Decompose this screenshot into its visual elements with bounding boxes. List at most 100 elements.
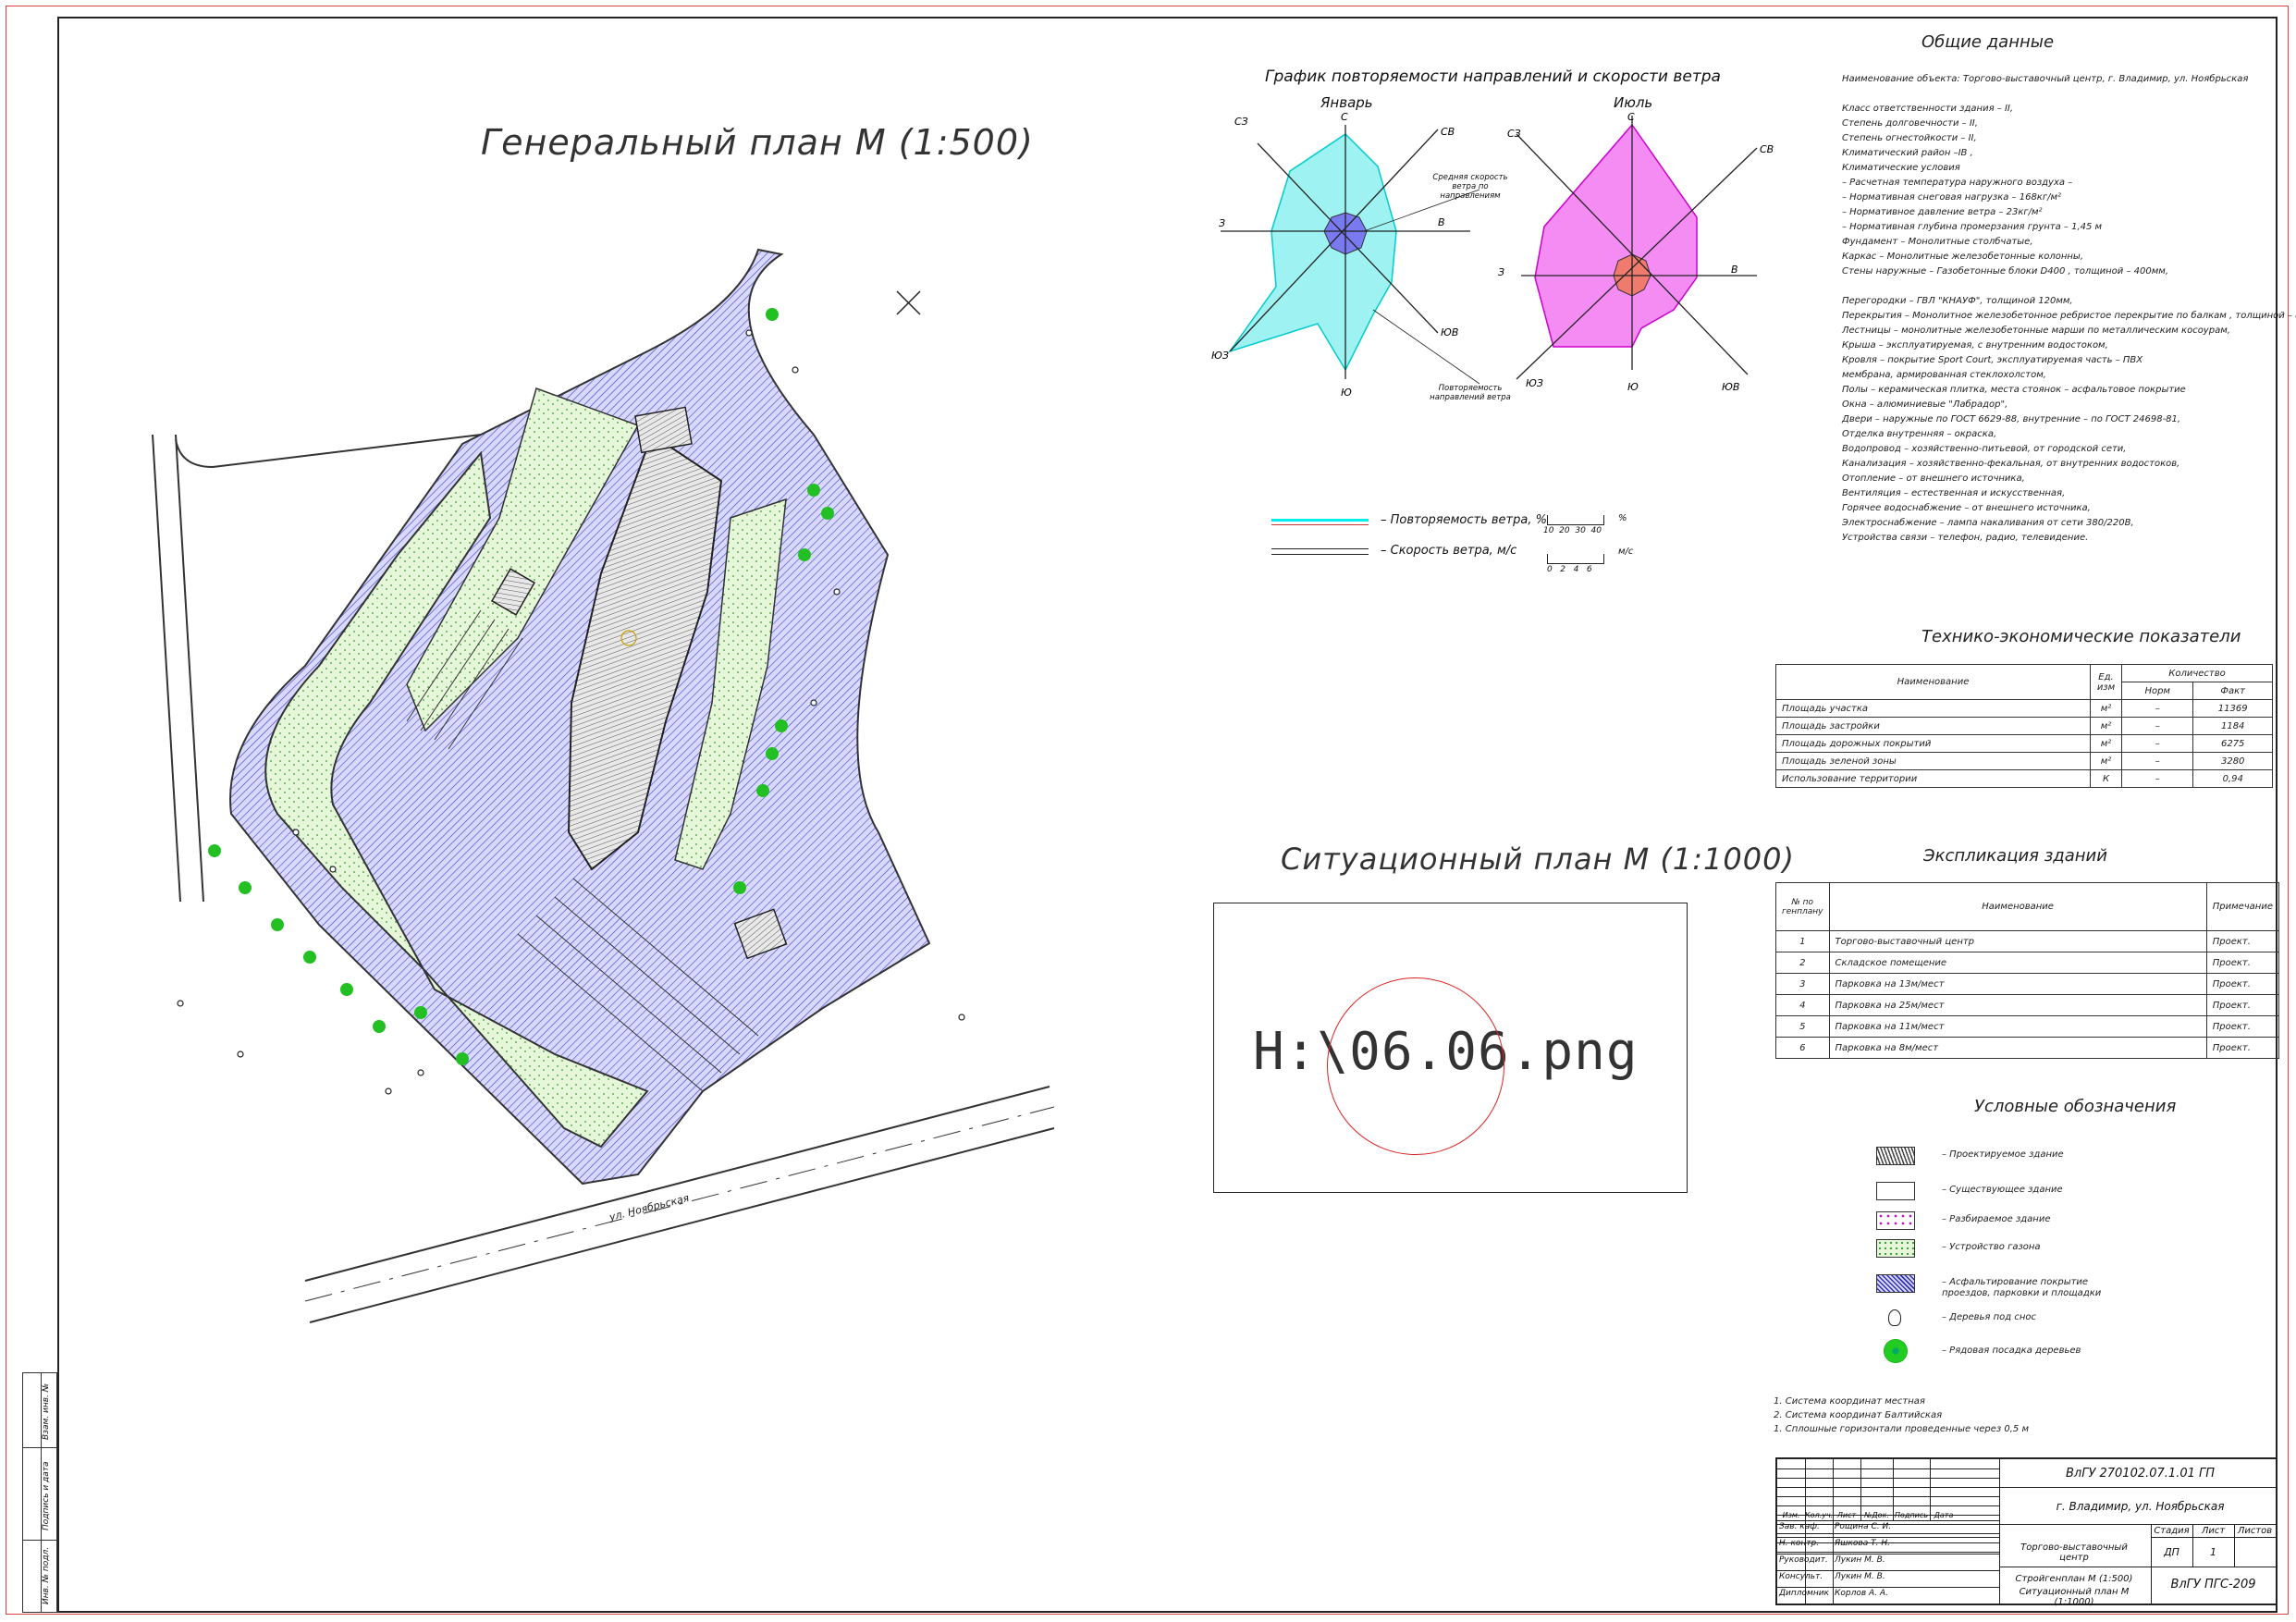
general-data-line: Каркас – Монолитные железобетонные колон… [1842, 252, 2084, 262]
stamp-role: Руководит. [1779, 1555, 1828, 1565]
legend-title: Условные обозначения [1974, 1097, 2177, 1116]
tep-header-fact: Факт [2192, 682, 2273, 700]
explication-title: Экспликация зданий [1923, 846, 2107, 866]
jan-dir-e: В [1438, 216, 1445, 228]
expl-cell-num: 1 [1775, 930, 1830, 952]
jul-dir-n: С [1627, 111, 1635, 123]
legend-label: – Устройство газона [1942, 1242, 2041, 1252]
expl-cell-name: Парковка на 25м/мест [1828, 994, 2207, 1016]
tep-header-unit: Ед. изм [2090, 664, 2122, 700]
legend-item: – Рядовая посадка деревьев [1872, 1339, 2279, 1370]
tep-row: Использование территории К –0,94 [1775, 769, 2273, 788]
general-plan-title: Генеральный план М (1:500) [481, 122, 1034, 163]
stamp-hdr-sheet: Лист [2201, 1526, 2226, 1536]
situation-plan-frame: H:\06.06.png [1213, 903, 1688, 1193]
dotted-pink-box-icon [1876, 1211, 1915, 1230]
legend-item: – Разбираемое здание [1872, 1211, 2279, 1239]
general-data-title: Общие данные [1922, 32, 2055, 52]
general-data-line: Степень долговечности – II, [1842, 118, 1978, 129]
stamp-sheet-name-2: Ситуационный план М (1:1000) [2019, 1587, 2130, 1607]
tep-cell-name: Использование территории [1775, 769, 2091, 788]
expl-cell-name: Складское помещение [1828, 952, 2207, 974]
expl-header-note: Примечание [2205, 882, 2280, 931]
stamp-role: Н. контр. [1779, 1539, 1820, 1548]
scale-ms [1547, 554, 1604, 564]
wind-rose-july: С СВ В ЮВ Ю ЮЗ З СЗ [1498, 111, 1774, 393]
expl-cell-num: 6 [1775, 1037, 1830, 1059]
jan-dir-nw: СЗ [1234, 116, 1248, 128]
asphalt-box-icon [1876, 1274, 1915, 1293]
general-data-line: Наименование объекта: Торгово-выставочны… [1842, 74, 2249, 84]
tep-cell-norm: – [2120, 769, 2194, 788]
tep-cell-norm: – [2120, 717, 2194, 735]
tep-cell-unit: м² [2090, 699, 2122, 718]
general-data-line: Климатический район –IВ , [1842, 148, 1973, 158]
tep-cell-norm: – [2120, 699, 2194, 718]
stamp-role: Консульт. [1779, 1572, 1823, 1581]
situation-plan-title: Ситуационный план М (1:1000) [1281, 842, 1795, 877]
stamp-col-header: Подпись [1895, 1511, 1928, 1519]
stamp-role: Зав. каф. [1779, 1522, 1820, 1531]
general-data-line: Перегородки – ГВЛ "КНАУФ", толщиной 120м… [1842, 296, 2073, 306]
jul-dir-nw: СЗ [1507, 128, 1521, 140]
side-stamp-inv: Инв. № подл. [42, 1546, 51, 1604]
stamp-person-name: Рощина С. И. [1835, 1522, 1892, 1531]
scale-ms-unit: м/с [1618, 547, 1634, 557]
tep-cell-name: Площадь участка [1775, 699, 2091, 718]
explication-row: 3 Парковка на 13м/мест Проект. [1775, 973, 2280, 995]
general-data-line: Водопровод – хозяйственно-питьевой, от г… [1842, 444, 2127, 454]
expl-cell-note: Проект. [2205, 1015, 2280, 1038]
general-data-line: Окна – алюминиевые "Лабрадор", [1842, 399, 2008, 410]
expl-cell-note: Проект. [2205, 973, 2280, 995]
jul-dir-ne: СВ [1760, 143, 1774, 155]
general-data-text: Наименование объекта: Торгово-выставочны… [1842, 72, 2296, 546]
tep-header-norm: Норм [2120, 682, 2194, 700]
wind-legend-repeat: – Повторяемость ветра, % [1381, 513, 1547, 527]
stamp-object: Торгово-выставочный центр [2020, 1542, 2128, 1563]
stamp-role: Дипломник [1779, 1589, 1829, 1598]
scale-pct-unit: % [1618, 513, 1627, 523]
explication-row: 1 Торгово-выставочный центр Проект. [1775, 930, 2280, 952]
explication-row: 5 Парковка на 11м/мест Проект. [1775, 1015, 2280, 1038]
note-line: 1. Сплошные горизонтали проведенные чере… [1774, 1424, 2029, 1434]
general-data-line: Канализация – хозяйственно-фекальная, от… [1842, 459, 2180, 469]
tep-cell-fact: 0,94 [2192, 769, 2273, 788]
tep-cell-name: Площадь дорожных покрытий [1775, 734, 2091, 753]
tep-cell-unit: м² [2090, 752, 2122, 770]
tep-title: Технико-экономические показатели [1922, 627, 2241, 646]
stamp-hdr-sheets: Листов [2237, 1526, 2273, 1536]
tep-cell-unit: м² [2090, 734, 2122, 753]
street-label: ул. Ноябрьская [608, 1192, 691, 1223]
tep-cell-fact: 11369 [2192, 699, 2273, 718]
general-plan-drawing: ул. Ноябрьская [152, 248, 1055, 1323]
stamp-sheet: 1 [2210, 1546, 2216, 1558]
general-data-line: Полы – керамическая плитка, места стояно… [1842, 385, 2186, 395]
general-data-line: Степень огнестойкости – II, [1842, 133, 1977, 143]
expl-header-num: № по генплану [1775, 882, 1830, 931]
expl-cell-num: 5 [1775, 1015, 1830, 1038]
stamp-person-name: Лукин М. В. [1835, 1555, 1885, 1565]
side-stamp: Инв. № подл. Подпись и дата Взам. инв. № [22, 1372, 57, 1613]
tep-row: Площадь участка м² –11369 [1775, 699, 2273, 718]
side-stamp-sign: Подпись и дата [42, 1461, 51, 1530]
tep-row: Площадь зеленой зоны м² –3280 [1775, 752, 2273, 770]
stamp-person-name: Лукин М. В. [1835, 1572, 1885, 1581]
stamp-person-name: Корлов А. А. [1835, 1589, 1888, 1598]
tep-header-qty: Количество [2121, 664, 2273, 682]
jul-dir-w: З [1498, 266, 1504, 278]
tep-row: Площадь застройки м² –1184 [1775, 717, 2273, 735]
explication-row: 6 Парковка на 8м/мест Проект. [1775, 1037, 2280, 1059]
stamp-col-header: Кол.уч. [1805, 1511, 1834, 1519]
stamp-col-header: Лист [1836, 1511, 1857, 1519]
legend-item: – Устройство газона [1872, 1239, 2279, 1267]
legend-item: – Проектируемое здание [1872, 1147, 2279, 1174]
wind-legend-speed: – Скорость ветра, м/с [1381, 544, 1517, 558]
empty-box-icon [1876, 1182, 1915, 1200]
parking-block [634, 406, 693, 454]
jul-dir-sw: ЮЗ [1526, 377, 1543, 389]
expl-cell-name: Парковка на 13м/мест [1828, 973, 2207, 995]
general-data-line: Класс ответственности здания – II, [1842, 104, 2014, 114]
tep-cell-unit: м² [2090, 717, 2122, 735]
jan-dir-ne: СВ [1441, 126, 1455, 138]
general-data-line: Стены наружные – Газобетонные блоки D400… [1842, 266, 2168, 276]
